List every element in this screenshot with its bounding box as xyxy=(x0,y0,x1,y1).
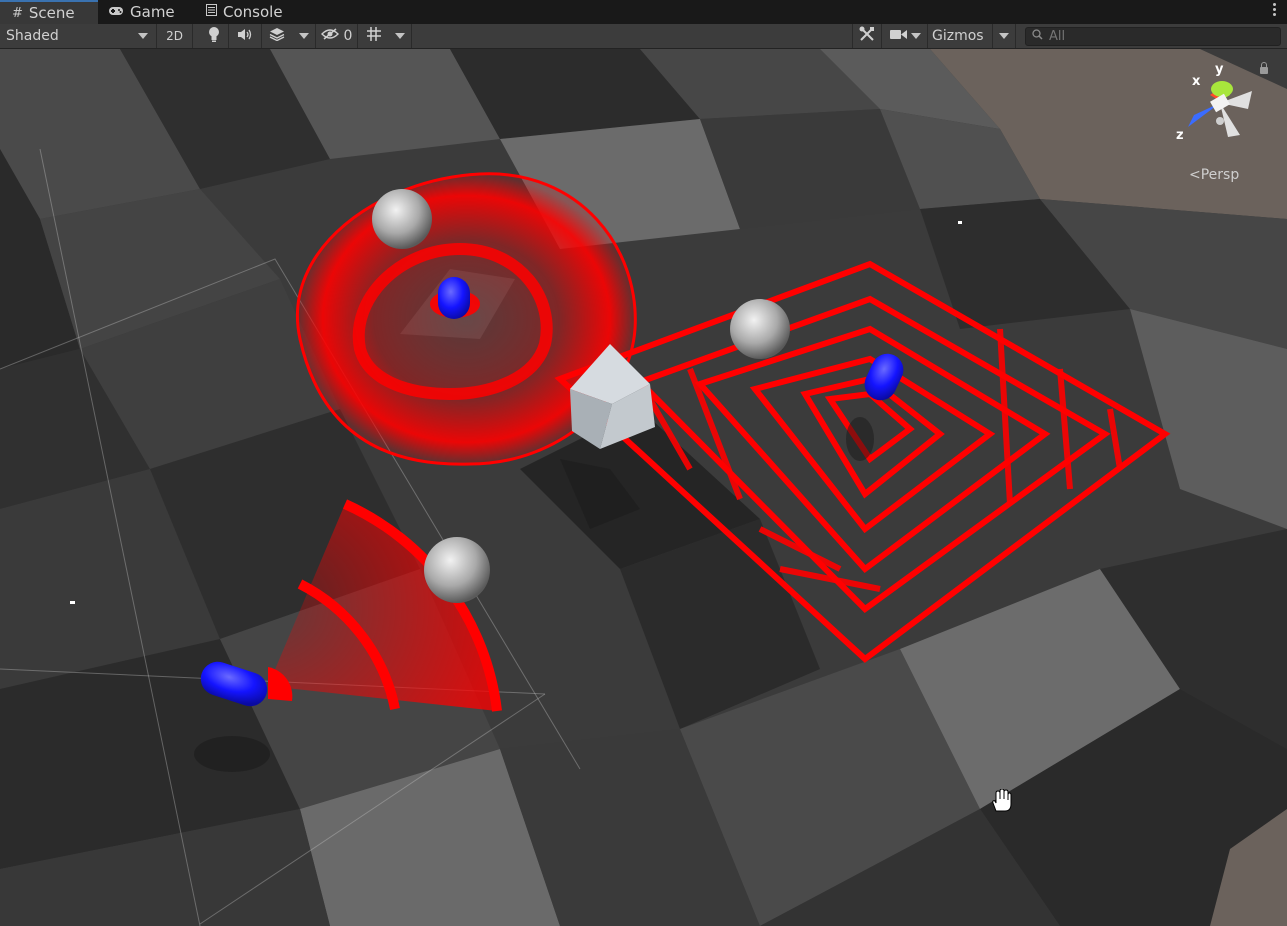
scene-render[interactable] xyxy=(0,49,1287,926)
tab-game[interactable]: Game xyxy=(108,0,175,24)
chevron-down-icon xyxy=(911,33,921,39)
more-options-icon[interactable] xyxy=(1273,3,1277,19)
gizmo-z-label: z xyxy=(1176,128,1184,143)
shading-mode-label: Shaded xyxy=(6,28,59,44)
console-icon xyxy=(206,4,217,20)
effects-toggle[interactable] xyxy=(262,24,292,48)
tab-scene[interactable]: # Scene xyxy=(0,0,98,24)
projection-label: Persp xyxy=(1200,167,1240,183)
gizmos-label: Gizmos xyxy=(932,28,984,44)
gizmo-y-label: y xyxy=(1215,62,1224,77)
lock-icon[interactable] xyxy=(1260,62,1268,74)
toggle-2d-label: 2D xyxy=(166,29,183,43)
audio-toggle[interactable] xyxy=(229,24,262,48)
camera-settings-dropdown[interactable] xyxy=(884,24,928,48)
chevron-down-icon xyxy=(394,33,405,39)
lighting-toggle[interactable] xyxy=(199,24,229,48)
projection-toggle[interactable]: <Persp xyxy=(1189,167,1239,183)
hidden-count: 0 xyxy=(343,28,353,44)
tools-button[interactable] xyxy=(852,24,882,48)
search-icon xyxy=(1032,29,1043,44)
chevron-down-icon xyxy=(999,33,1009,39)
tab-label: Scene xyxy=(28,4,75,22)
tab-label: Game xyxy=(130,3,175,21)
gizmos-button[interactable]: Gizmos xyxy=(928,24,992,48)
chevron-down-icon xyxy=(138,33,148,39)
speaker-icon xyxy=(237,28,253,45)
search-field[interactable] xyxy=(1025,27,1281,46)
chevron-left-icon: < xyxy=(1189,167,1201,183)
camera-icon xyxy=(890,28,907,44)
shading-mode-dropdown[interactable]: Shaded xyxy=(0,24,157,48)
tools-icon xyxy=(859,26,875,46)
gizmo-x-label: x xyxy=(1192,74,1201,89)
tab-label: Console xyxy=(223,3,283,21)
eye-hidden-icon xyxy=(320,28,339,44)
scene-toolbar: Shaded 2D 0 Gizmos All xyxy=(0,24,1287,49)
effects-dropdown[interactable] xyxy=(292,24,316,48)
scene-viewport[interactable]: x y z <Persp xyxy=(0,49,1287,926)
window-tab-bar: # Scene Game Console xyxy=(0,0,1287,24)
search-input[interactable] xyxy=(1049,29,1249,44)
grid-icon xyxy=(366,26,382,46)
lightbulb-icon xyxy=(208,26,220,46)
hand-cursor-icon xyxy=(992,789,1012,812)
gizmos-dropdown[interactable] xyxy=(992,24,1016,48)
grid-dropdown[interactable] xyxy=(388,24,412,48)
layers-icon xyxy=(269,27,285,45)
gamepad-icon xyxy=(108,5,124,20)
grid-toggle[interactable] xyxy=(360,24,388,48)
toggle-2d-button[interactable]: 2D xyxy=(157,24,193,48)
hash-icon: # xyxy=(12,5,23,21)
scene-visibility-toggle[interactable]: 0 xyxy=(316,24,358,48)
tab-console[interactable]: Console xyxy=(206,0,283,24)
chevron-down-icon xyxy=(298,33,309,39)
